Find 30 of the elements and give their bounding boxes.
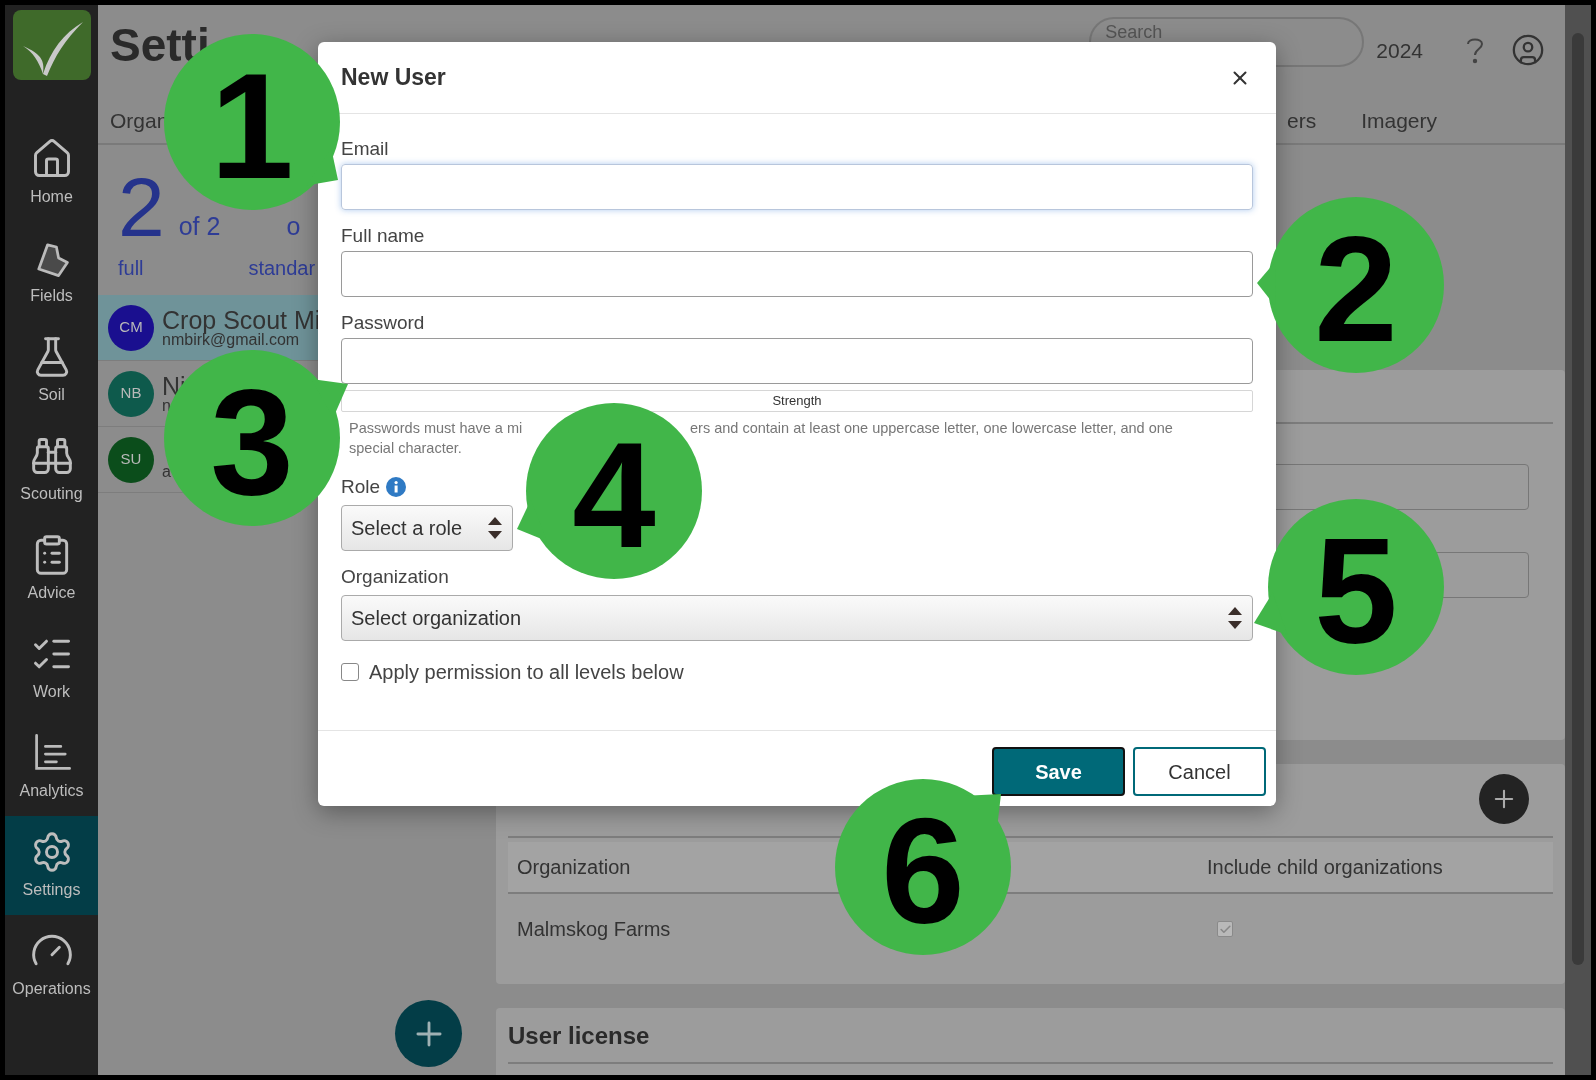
field-label: Role — [341, 475, 381, 499]
column-header: Include child organizations — [1207, 855, 1444, 880]
help-text: Passwords must have a mi — [349, 419, 524, 438]
help-text: special character. — [349, 439, 462, 458]
help-text: ers and contain at least one uppercase letter, one lowercase letter, and one — [690, 419, 1173, 438]
dialog-title: New User — [341, 63, 446, 93]
field-label: Organization — [341, 565, 450, 589]
field-label: Full name — [341, 224, 426, 248]
checkbox-label: Apply permission to all levels below — [369, 660, 684, 685]
license-count: 2 — [118, 167, 165, 247]
card-title: User license — [508, 1022, 650, 1049]
field-label: Password — [341, 311, 426, 335]
user-avatar: NB — [108, 370, 154, 417]
license-total: of 2 — [178, 210, 221, 242]
callout-number: 3 — [210, 358, 294, 526]
strength-meter: Strength — [341, 390, 1253, 412]
field-label: Email — [341, 137, 390, 161]
callout-number: 6 — [881, 787, 965, 955]
user-email: a — [162, 463, 171, 480]
table-cell-text: Malmskog Farms — [517, 917, 672, 942]
callout-number: 2 — [1314, 205, 1398, 373]
column-header: Organization — [517, 855, 632, 880]
license-type: full — [118, 256, 145, 281]
callout-number: 4 — [572, 411, 656, 579]
callout-number: 5 — [1314, 507, 1398, 675]
callout-number: 1 — [210, 42, 294, 210]
user-avatar: CM — [108, 304, 154, 351]
user-avatar: SU — [108, 436, 154, 483]
license-total: o — [286, 210, 301, 242]
license-type: standar — [248, 256, 316, 281]
